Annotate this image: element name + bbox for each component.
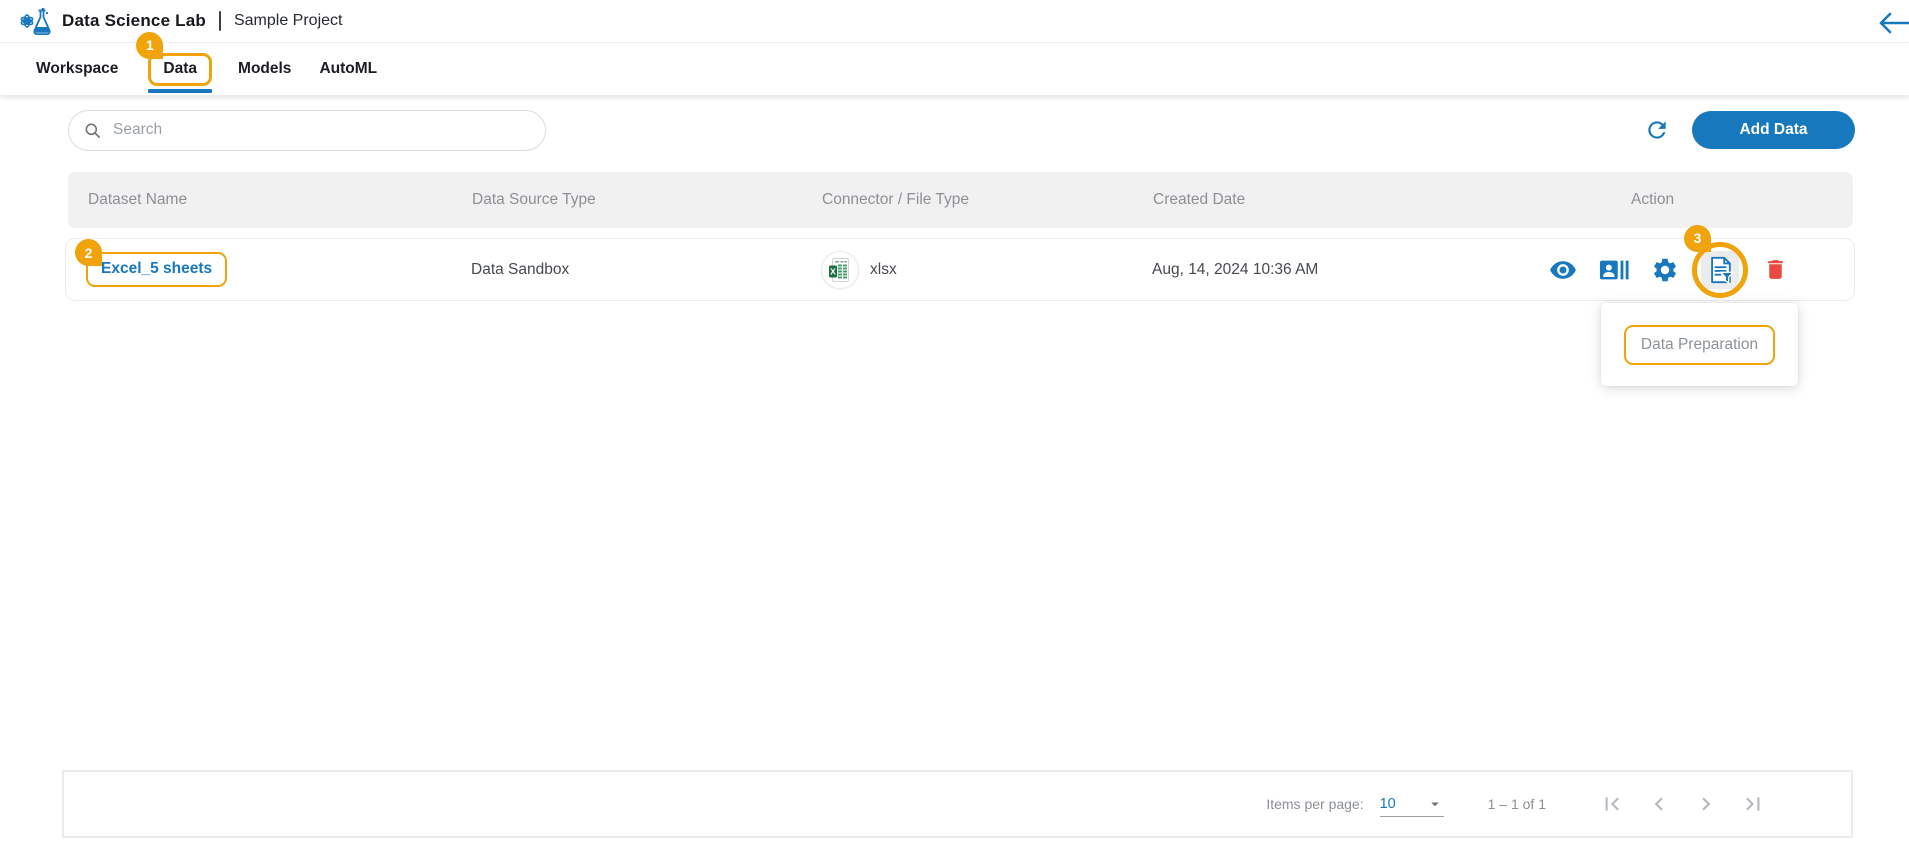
tab-models[interactable]: Models — [238, 60, 291, 78]
column-header-connector-file-type: Connector / File Type — [822, 191, 970, 208]
tab-workspace[interactable]: Workspace — [36, 60, 118, 78]
app-title: Data Science Lab — [62, 11, 206, 30]
refresh-icon[interactable] — [1644, 117, 1670, 143]
paginator: Items per page: 10 1 – 1 of 1 — [62, 770, 1853, 838]
created-date-cell: Aug, 14, 2024 10:36 AM — [1152, 260, 1319, 278]
settings-gear-icon[interactable] — [1650, 255, 1680, 285]
column-header-created-date: Created Date — [1153, 191, 1246, 208]
column-header-action: Action — [1631, 191, 1675, 208]
tooltip-label: Data Preparation — [1623, 324, 1776, 365]
last-page-icon[interactable] — [1739, 790, 1767, 818]
title-divider — [218, 11, 221, 31]
tab-automl[interactable]: AutoML — [319, 60, 377, 78]
view-eye-icon[interactable] — [1548, 255, 1578, 285]
table-row: 2 Excel_5 sheets Data Sandbox X xlsx Aug… — [65, 224, 1855, 301]
back-arrow-icon[interactable] — [1876, 11, 1909, 40]
search-box — [68, 109, 546, 151]
items-per-page-label: Items per page: — [1266, 796, 1364, 812]
column-header-data-source-type: Data Source Type — [472, 191, 596, 208]
pager-nav — [1598, 790, 1767, 818]
items-per-page-select[interactable]: 10 — [1379, 791, 1444, 817]
next-page-icon[interactable] — [1692, 790, 1720, 818]
dataset-details-card-icon[interactable] — [1599, 255, 1629, 285]
project-name: Sample Project — [233, 12, 343, 29]
app-logo-flask-icon — [18, 5, 54, 37]
data-preparation-tooltip: Data Preparation — [1601, 303, 1798, 386]
annotation-box-data-tab: 1 Data — [136, 31, 213, 93]
annotation-badge-2: 2 — [75, 239, 102, 266]
search-icon — [83, 121, 102, 140]
items-per-page-value: 10 — [1379, 795, 1396, 812]
previous-page-icon[interactable] — [1645, 790, 1673, 818]
tab-data[interactable]: Data — [163, 60, 197, 77]
first-page-icon[interactable] — [1598, 790, 1626, 818]
action-cell: 3 — [1548, 224, 1854, 298]
data-science-lab-page: Data Science Lab Sample Project Workspac… — [0, 0, 1909, 860]
chevron-down-icon — [1426, 795, 1444, 813]
data-source-type-cell: Data Sandbox — [471, 260, 570, 278]
file-type-label: xlsx — [870, 260, 897, 278]
svg-text:X: X — [830, 266, 836, 276]
active-tab-underline — [148, 88, 213, 93]
excel-file-icon: X — [821, 250, 859, 289]
table-header: Dataset Name Data Source Type Connector … — [68, 172, 1853, 228]
main-nav: Workspace 1 Data Models AutoML — [0, 31, 1909, 95]
toolbar: Add Data — [68, 108, 1855, 152]
add-data-button[interactable]: Add Data — [1692, 111, 1855, 149]
dataset-name-cell: 2 Excel_5 sheets — [66, 239, 451, 287]
annotation-badge-1: 1 — [136, 31, 164, 59]
data-preparation-icon[interactable] — [1701, 250, 1739, 289]
app-header: Data Science Lab Sample Project — [0, 0, 1909, 43]
dataset-name-link[interactable]: Excel_5 sheets — [101, 260, 212, 277]
column-header-dataset-name: Dataset Name — [88, 191, 188, 208]
delete-trash-icon[interactable] — [1760, 255, 1790, 285]
toolbar-right: Add Data — [1644, 111, 1855, 149]
page-range-label: 1 – 1 of 1 — [1487, 796, 1546, 812]
annotation-badge-3: 3 — [1684, 224, 1711, 252]
connector-file-type-cell: X xlsx — [801, 250, 1132, 289]
search-input[interactable] — [111, 120, 531, 140]
data-preparation-wrap: 3 — [1684, 224, 1748, 298]
annotation-box-dataset: 2 Excel_5 sheets — [75, 239, 228, 287]
